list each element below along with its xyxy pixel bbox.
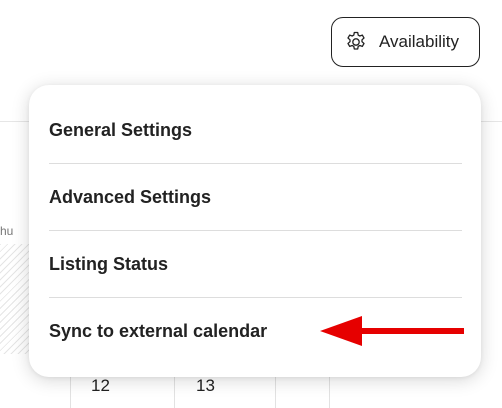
menu-divider bbox=[49, 230, 462, 231]
menu-item-general-settings[interactable]: General Settings bbox=[49, 102, 462, 158]
calendar-cell-border bbox=[174, 374, 175, 408]
menu-divider bbox=[49, 297, 462, 298]
menu-item-listing-status[interactable]: Listing Status bbox=[49, 236, 462, 292]
gear-icon bbox=[344, 30, 368, 54]
menu-item-advanced-settings[interactable]: Advanced Settings bbox=[49, 169, 462, 225]
calendar-cell-border bbox=[70, 374, 71, 408]
page: Availability hu 12 13 General Settings A… bbox=[0, 0, 502, 408]
menu-divider bbox=[49, 163, 462, 164]
calendar-cell-border bbox=[329, 374, 330, 408]
background-blocked-day bbox=[0, 244, 30, 354]
availability-label: Availability bbox=[379, 32, 460, 51]
background-weekday-stub: hu bbox=[0, 224, 14, 238]
calendar-cell-border bbox=[275, 374, 276, 408]
availability-button[interactable]: Availability bbox=[331, 17, 480, 67]
calendar-date-12[interactable]: 12 bbox=[91, 376, 110, 396]
calendar-date-13[interactable]: 13 bbox=[196, 376, 215, 396]
annotation-arrow-icon bbox=[320, 316, 464, 346]
